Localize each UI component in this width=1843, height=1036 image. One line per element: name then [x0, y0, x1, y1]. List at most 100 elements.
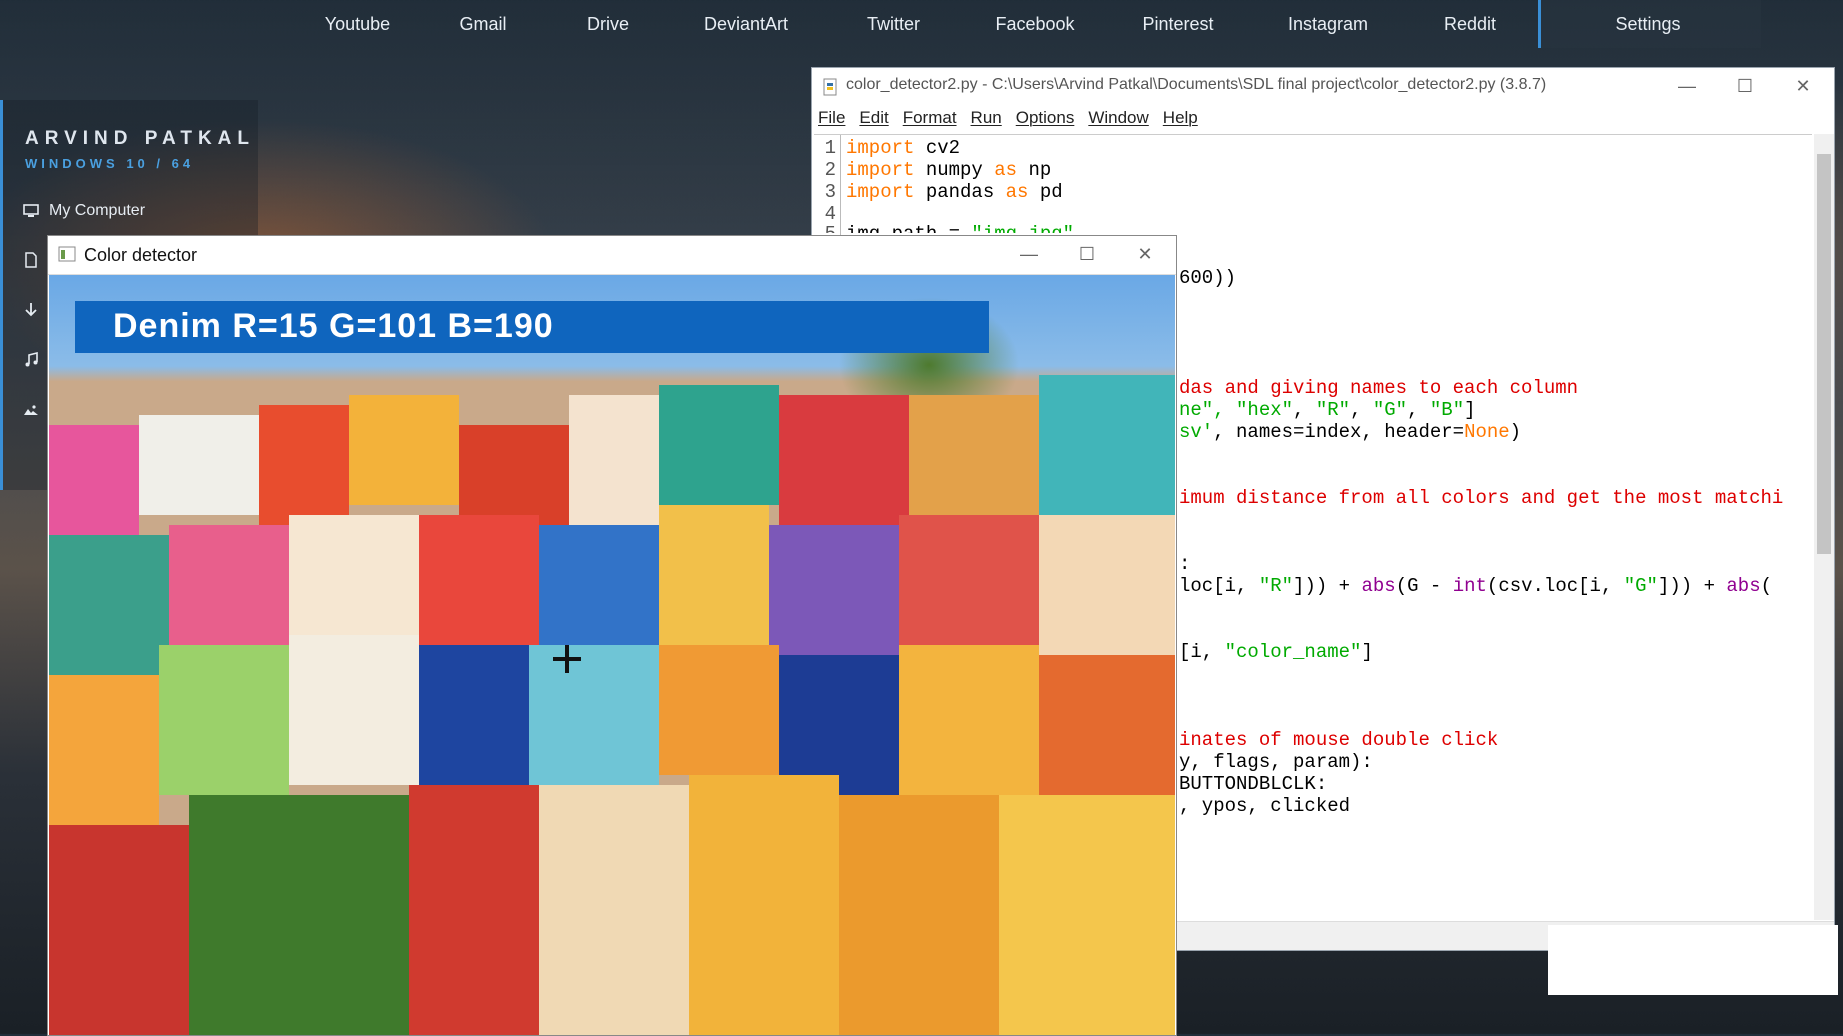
- house-block: [409, 785, 539, 1035]
- menu-run[interactable]: Run: [971, 108, 1002, 132]
- detected-color-label: Denim R=15 G=101 B=190: [113, 307, 554, 345]
- code-line: loc[i, "R"])) + abs(G - int(csv.loc[i, "…: [1179, 575, 1773, 597]
- house-block: [419, 515, 539, 645]
- close-button[interactable]: ✕: [1774, 68, 1832, 104]
- vertical-scrollbar[interactable]: [1814, 134, 1834, 920]
- house-block: [899, 515, 1039, 645]
- menu-edit[interactable]: Edit: [859, 108, 888, 132]
- house-block: [1039, 655, 1175, 795]
- color-detector-title: Color detector: [84, 245, 198, 265]
- house-block: [419, 645, 529, 785]
- music-icon: [25, 352, 38, 367]
- nav-settings[interactable]: Settings: [1538, 0, 1761, 48]
- code-line: sv', names=index, header=None): [1179, 421, 1522, 443]
- color-detector-window: Color detector — ☐ ✕ Denim R=15 G=101 B=…: [47, 235, 1177, 1036]
- nav-facebook[interactable]: Facebook: [980, 0, 1090, 48]
- python-file-icon: [823, 78, 837, 96]
- sidebar-item-downloads[interactable]: [23, 302, 39, 318]
- code-line: import pandas as pd: [846, 181, 1063, 203]
- image-icon: [24, 405, 38, 415]
- city-photo[interactable]: Denim R=15 G=101 B=190: [49, 275, 1175, 1035]
- nav-instagram[interactable]: Instagram: [1278, 0, 1378, 48]
- top-nav-bar: Youtube Gmail Drive DeviantArt Twitter F…: [0, 0, 1843, 48]
- line-number: 3: [824, 181, 836, 203]
- house-block: [659, 505, 769, 645]
- house-block: [839, 795, 999, 1035]
- menu-window[interactable]: Window: [1088, 108, 1148, 132]
- house-block: [49, 675, 159, 825]
- code-line: , ypos, clicked: [1179, 795, 1351, 817]
- sidebar-item-music[interactable]: [23, 352, 39, 368]
- house-block: [779, 395, 909, 535]
- minimize-button[interactable]: —: [1658, 68, 1716, 104]
- code-line: imum distance from all colors and get th…: [1179, 487, 1784, 509]
- house-block: [779, 655, 899, 795]
- house-block: [349, 395, 459, 505]
- document-icon: [25, 252, 37, 268]
- house-block: [289, 635, 419, 785]
- house-block: [459, 425, 569, 525]
- close-button[interactable]: ✕: [1116, 236, 1174, 272]
- code-line: inates of mouse double click: [1179, 729, 1499, 751]
- menu-file[interactable]: File: [818, 108, 845, 132]
- code-line: BUTTONDBLCLK:: [1179, 773, 1328, 795]
- nav-drive[interactable]: Drive: [568, 0, 648, 48]
- window-app-icon: [58, 246, 76, 262]
- owner-name: ARVIND PATKAL: [25, 128, 255, 149]
- house-block: [999, 795, 1175, 1035]
- sidebar-item-my-computer[interactable]: My Computer: [23, 202, 145, 220]
- line-number: 1: [824, 137, 836, 159]
- house-block: [259, 405, 349, 525]
- blank-panel: [1548, 925, 1838, 995]
- maximize-button[interactable]: ☐: [1058, 236, 1116, 272]
- sidebar-item-pictures[interactable]: [23, 402, 39, 418]
- detected-color-banner: Denim R=15 G=101 B=190: [75, 301, 989, 353]
- house-block: [659, 645, 779, 775]
- line-number: 4: [824, 203, 836, 225]
- code-line: [i, "color_name"]: [1179, 641, 1373, 663]
- idle-window-title: color_detector2.py - C:\Users\Arvind Pat…: [846, 76, 1547, 93]
- house-block: [529, 645, 659, 785]
- nav-pinterest[interactable]: Pinterest: [1128, 0, 1228, 48]
- code-line: das and giving names to each column: [1179, 377, 1579, 399]
- code-line: import numpy as np: [846, 159, 1052, 181]
- house-block: [159, 645, 289, 795]
- maximize-button[interactable]: ☐: [1716, 68, 1774, 104]
- house-block: [539, 525, 659, 645]
- house-block: [289, 515, 419, 635]
- house-block: [49, 425, 139, 535]
- monitor-icon: [23, 204, 39, 217]
- nav-deviantart[interactable]: DeviantArt: [686, 0, 806, 48]
- house-block: [899, 645, 1039, 795]
- house-block: [689, 775, 839, 1035]
- house-block: [659, 385, 779, 505]
- color-detector-titlebar[interactable]: Color detector — ☐ ✕: [48, 236, 1176, 275]
- house-block: [909, 395, 1039, 515]
- house-block: [189, 795, 409, 1035]
- nav-reddit[interactable]: Reddit: [1420, 0, 1520, 48]
- house-block: [769, 525, 899, 655]
- scrollbar-thumb[interactable]: [1817, 154, 1831, 554]
- code-line: import cv2: [846, 137, 961, 159]
- code-line: y, flags, param):: [1179, 751, 1373, 773]
- menu-options[interactable]: Options: [1016, 108, 1075, 132]
- nav-gmail[interactable]: Gmail: [438, 0, 528, 48]
- minimize-button[interactable]: —: [1000, 236, 1058, 272]
- code-line: img_path = "img.jpg": [846, 223, 1074, 233]
- house-block: [539, 785, 689, 1035]
- house-block: [49, 825, 189, 1035]
- nav-twitter[interactable]: Twitter: [846, 0, 941, 48]
- line-number: 2: [824, 159, 836, 181]
- house-block: [1039, 375, 1175, 515]
- house-block: [139, 415, 259, 515]
- menu-help[interactable]: Help: [1163, 108, 1198, 132]
- line-number: 5: [814, 223, 836, 233]
- nav-youtube[interactable]: Youtube: [310, 0, 405, 48]
- house-block: [169, 525, 289, 645]
- sidebar-item-documents[interactable]: [23, 252, 39, 268]
- os-version: WINDOWS 10 / 64: [25, 156, 195, 171]
- crosshair-cursor-icon: [553, 645, 581, 673]
- menu-format[interactable]: Format: [903, 108, 957, 132]
- house-block: [1039, 515, 1175, 655]
- idle-titlebar[interactable]: color_detector2.py - C:\Users\Arvind Pat…: [812, 68, 1834, 104]
